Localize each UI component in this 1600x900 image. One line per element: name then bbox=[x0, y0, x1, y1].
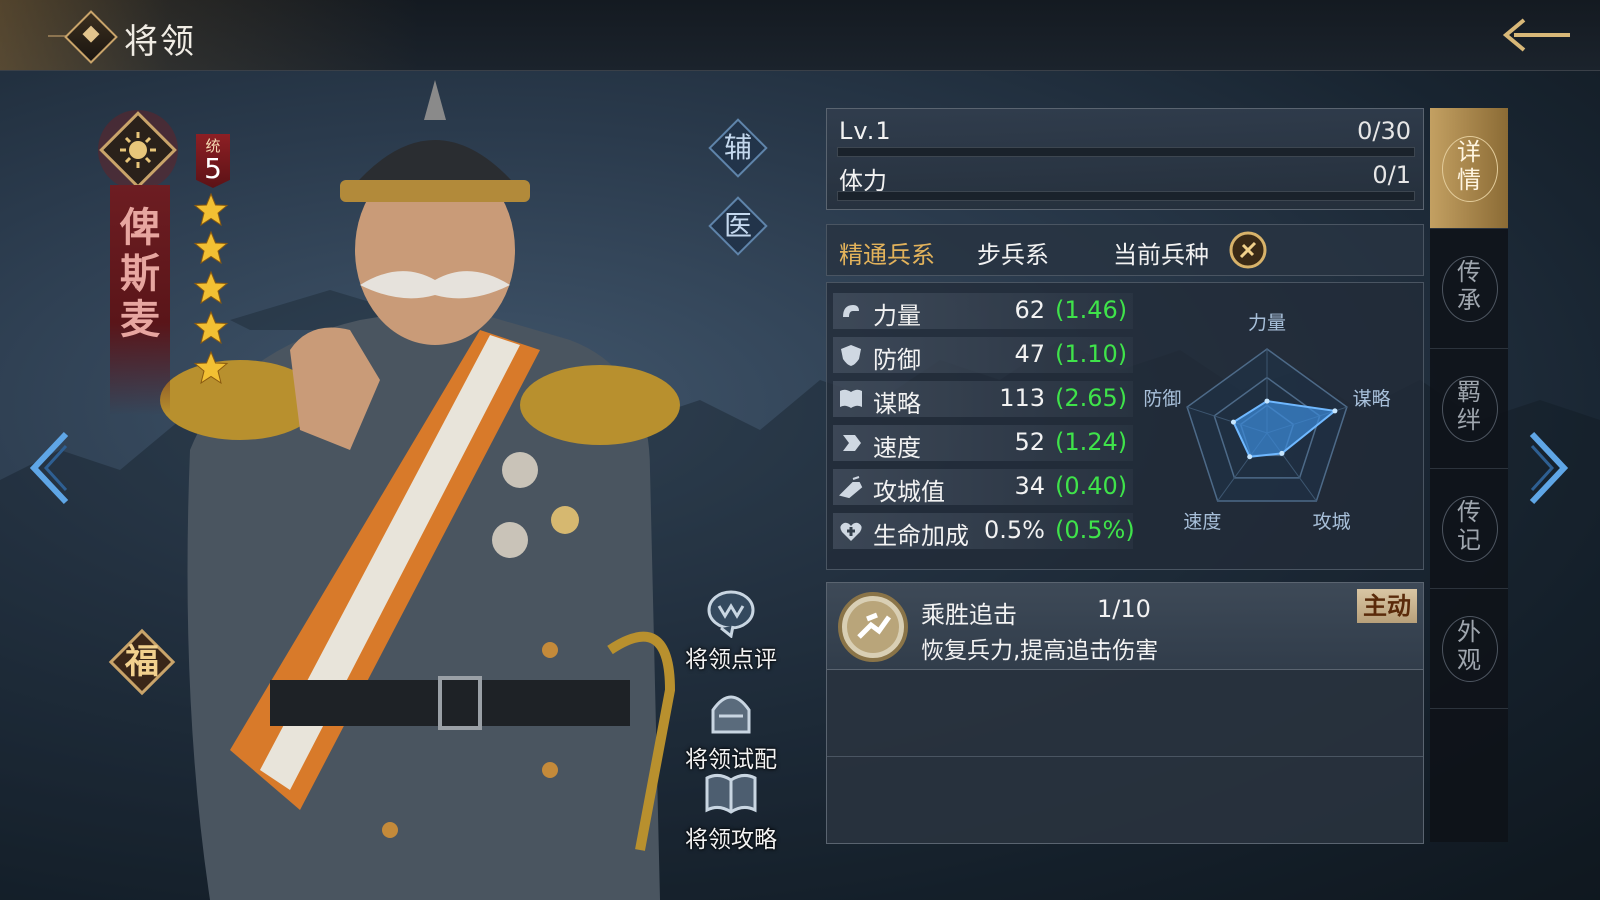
troop-type-row: 精通兵系 步兵系 当前兵种 bbox=[826, 224, 1424, 276]
stat-name: 生命加成 bbox=[873, 522, 969, 550]
hero-review-label: 将领点评 bbox=[685, 647, 777, 673]
book-icon bbox=[840, 389, 862, 408]
stat-row: 生命加成 0.5% (0.5%) bbox=[833, 513, 1135, 550]
radar-point bbox=[1279, 450, 1285, 456]
star-icon bbox=[193, 192, 229, 227]
stat-row: 防御 47 (1.10) bbox=[833, 337, 1133, 374]
stamina-value: 0/1 bbox=[1372, 161, 1411, 189]
stat-growth: (0.5%) bbox=[1055, 516, 1135, 544]
stat-growth: (0.40) bbox=[1055, 472, 1128, 500]
pursuit-skill-icon bbox=[838, 592, 908, 662]
star-icon bbox=[193, 310, 229, 345]
stat-name: 力量 bbox=[873, 302, 921, 330]
radar-label: 攻城 bbox=[1313, 511, 1351, 533]
tab-1[interactable]: 传承 bbox=[1430, 228, 1508, 349]
shield-icon bbox=[841, 345, 861, 366]
skill-active-tag: 主动 bbox=[1357, 589, 1417, 623]
stat-value: 52 bbox=[1014, 428, 1045, 456]
stat-row: 力量 62 (1.46) bbox=[833, 293, 1133, 330]
sun-emblem-icon bbox=[98, 110, 178, 190]
stat-value: 113 bbox=[999, 384, 1045, 412]
prev-hero-arrow-icon[interactable] bbox=[26, 430, 74, 506]
stamina-bar bbox=[837, 191, 1415, 201]
star-icon bbox=[193, 230, 229, 265]
tab-0[interactable]: 详情 bbox=[1430, 108, 1508, 229]
stat-row: 攻城值 34 (0.40) bbox=[833, 469, 1133, 506]
back-arrow-icon[interactable] bbox=[1494, 14, 1574, 56]
health-icon bbox=[840, 522, 862, 541]
level-exp-bar bbox=[837, 147, 1415, 157]
stat-name: 攻城值 bbox=[873, 478, 945, 506]
fortune-badge-text[interactable]: 福 bbox=[108, 628, 176, 696]
stat-value: 34 bbox=[1014, 472, 1045, 500]
infantry-troop-icon[interactable] bbox=[1229, 231, 1267, 269]
empty-skill-slot bbox=[827, 670, 1423, 757]
tab-3[interactable]: 传记 bbox=[1430, 468, 1508, 589]
radar-label: 力量 bbox=[1248, 312, 1286, 334]
current-troop-label: 当前兵种 bbox=[1113, 241, 1209, 269]
radar-label: 防御 bbox=[1143, 388, 1181, 410]
siege-icon bbox=[839, 476, 863, 499]
attribute-panel: 力量 62 (1.46) 防御 47 (1.10) 谋略 113 (2.65) 速度 52 (1.24… bbox=[826, 282, 1424, 570]
speed-icon bbox=[843, 435, 861, 451]
tab-4[interactable]: 外观 bbox=[1430, 588, 1508, 709]
hero-portrait bbox=[160, 80, 680, 900]
hero-trial-button[interactable]: 将领试配 bbox=[676, 688, 786, 774]
radar-point bbox=[1247, 454, 1253, 460]
radar-point bbox=[1264, 398, 1270, 404]
hero-review-button[interactable]: 将领点评 bbox=[676, 588, 786, 674]
radar-label: 速度 bbox=[1183, 511, 1221, 533]
tab-label: 详情 bbox=[1457, 138, 1481, 194]
radar-label: 谋略 bbox=[1353, 388, 1391, 410]
level-box: Lv.1 0/30 体力 0/1 bbox=[826, 108, 1424, 210]
radar-point bbox=[1230, 419, 1236, 425]
tab-label: 传承 bbox=[1457, 258, 1481, 314]
comment-icon bbox=[707, 590, 755, 639]
troop-mastery-label: 精通兵系 bbox=[839, 241, 935, 269]
level-label: Lv.1 bbox=[839, 117, 892, 145]
skill-list: 乘胜追击 1/10 恢复兵力,提高追击伤害 主动 bbox=[826, 582, 1424, 844]
stat-name: 谋略 bbox=[873, 390, 921, 418]
medic-role-label: 医 bbox=[723, 209, 752, 242]
tab-2[interactable]: 羁绊 bbox=[1430, 348, 1508, 469]
book-icon bbox=[705, 773, 757, 814]
stat-value: 62 bbox=[1014, 296, 1045, 324]
skill-level: 1/10 bbox=[1097, 595, 1151, 623]
star-icon bbox=[193, 350, 229, 385]
next-hero-arrow-icon[interactable] bbox=[1524, 430, 1572, 506]
hero-name: 俾斯麦 bbox=[120, 205, 160, 343]
stat-row: 速度 52 (1.24) bbox=[833, 425, 1133, 462]
stat-value: 0.5% bbox=[984, 516, 1045, 544]
helmet-icon bbox=[711, 695, 751, 734]
hero-detail-panel: Lv.1 0/30 体力 0/1 精通兵系 步兵系 当前兵种 力量 62 (1.46… bbox=[826, 108, 1424, 844]
stat-row: 谋略 113 (2.65) bbox=[833, 381, 1133, 418]
level-exp-value: 0/30 bbox=[1357, 117, 1411, 145]
attribute-radar-chart: 力量谋略攻城 速度 防御 bbox=[1143, 312, 1391, 533]
radar-point bbox=[1332, 408, 1338, 414]
support-role-label: 辅 bbox=[723, 131, 752, 164]
skill-row[interactable]: 乘胜追击 1/10 恢复兵力,提高追击伤害 主动 bbox=[827, 583, 1423, 670]
star-icon bbox=[193, 270, 229, 305]
troop-mastery-value: 步兵系 bbox=[977, 241, 1049, 269]
side-tabs: 详情传承羁绊传记外观 bbox=[1430, 108, 1508, 842]
stat-name: 速度 bbox=[873, 434, 921, 462]
skill-description: 恢复兵力,提高追击伤害 bbox=[921, 638, 1159, 664]
hero-guide-label: 将领攻略 bbox=[685, 827, 777, 853]
stat-growth: (1.46) bbox=[1055, 296, 1128, 324]
stat-value: 47 bbox=[1014, 340, 1045, 368]
tab-label: 羁绊 bbox=[1457, 378, 1481, 434]
rank-value: 5 bbox=[204, 152, 222, 185]
strength-icon bbox=[843, 305, 859, 317]
stat-growth: (1.24) bbox=[1055, 428, 1128, 456]
stat-name: 防御 bbox=[873, 346, 921, 374]
tab-label: 传记 bbox=[1457, 498, 1481, 554]
skill-name: 乘胜追击 bbox=[921, 601, 1017, 629]
stat-growth: (1.10) bbox=[1055, 340, 1128, 368]
hero-guide-button[interactable]: 将领攻略 bbox=[676, 768, 786, 854]
stat-growth: (2.65) bbox=[1055, 384, 1128, 412]
tab-label: 外观 bbox=[1457, 618, 1481, 674]
